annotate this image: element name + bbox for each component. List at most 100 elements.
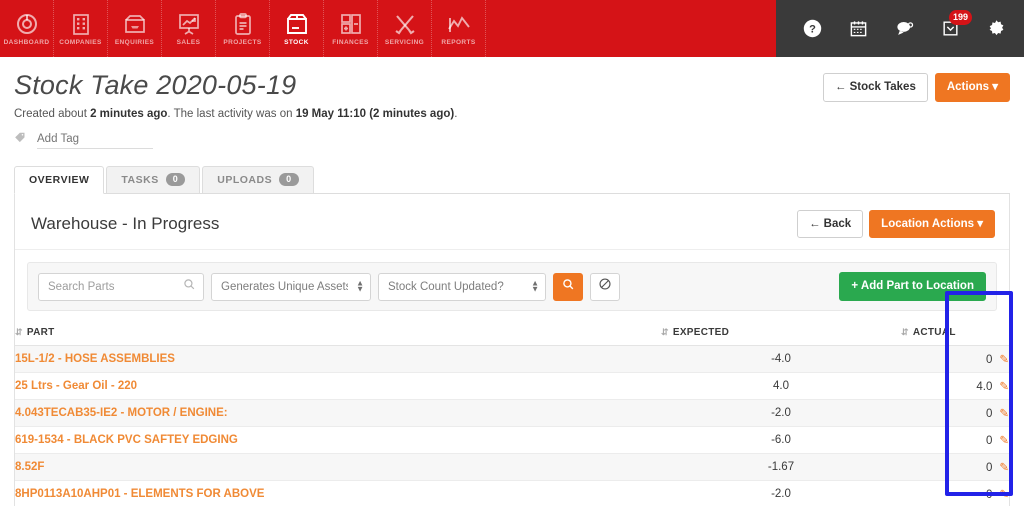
add-part-to-location-button[interactable]: + Add Part to Location [839,272,986,301]
clipboard-icon [231,12,255,36]
location-title: Warehouse - In Progress [31,214,220,233]
inbox-badge-count: 199 [948,9,972,25]
calendar-icon[interactable] [848,19,868,39]
table-row[interactable]: 619-1534 - BLACK PVC SAFTEY EDGING -6.0 … [15,426,1009,454]
filter-bar: Generates Unique Assets ▲▼ Stock Count U… [27,262,997,311]
pencil-icon[interactable]: ✎ [999,354,1009,366]
stock-takes-back-button[interactable]: ← Stock Takes [822,73,928,102]
subtitle-prefix: Created about [14,107,91,120]
sort-icon: ⇵ [661,326,669,337]
actual-cell[interactable]: 0 ✎ [901,426,1009,454]
column-header-expected-label: EXPECTED [672,326,730,338]
magnifier-icon [562,278,575,296]
sort-icon: ⇵ [901,326,909,337]
tab-overview-label: OVERVIEW [29,173,90,186]
clear-filters-button[interactable] [590,272,620,301]
table-row[interactable]: 25 Ltrs - Gear Oil - 220 4.0 4.0 ✎ [15,372,1009,400]
pencil-icon[interactable]: ✎ [999,408,1009,420]
nav-item-projects[interactable]: PROJECTS [216,0,270,57]
nav-item-dashboard[interactable]: DASHBOARD [0,0,54,57]
back-button[interactable]: ← Back [796,209,864,239]
page-subtitle: Created about 2 minutes ago. The last ac… [14,108,1008,120]
actual-cell[interactable]: 0 ✎ [901,480,1009,506]
pencil-icon[interactable]: ✎ [999,489,1009,501]
column-header-actual-label: ACTUAL [912,326,956,338]
box-icon [285,12,309,36]
nav-label-servicing: SERVICING [384,38,425,46]
nav-label-enquiries: ENQUIRIES [114,38,155,46]
column-header-part-label: PART [26,326,55,338]
actual-cell[interactable]: 4.0 ✎ [901,372,1009,400]
expected-value: -2.0 [661,480,901,506]
tab-tasks[interactable]: TASKS 0 [106,165,201,193]
ban-icon [598,277,612,296]
calculator-icon [339,12,363,36]
part-name[interactable]: 25 Ltrs - Gear Oil - 220 [15,372,661,400]
column-header-part[interactable]: ⇵ PART [15,320,661,346]
main-nav-items: DASHBOARD COMPANIES ENQUIRIES SALES PROJ… [0,0,486,57]
nav-item-finances[interactable]: FINANCES [324,0,378,57]
page-header: Stock Take 2020-05-19 Created about 2 mi… [0,57,1024,150]
parts-table: ⇵ PART ⇵ EXPECTED ⇵ ACTUAL 15L-1/2 - HOSE A… [15,320,1009,506]
add-tag-input[interactable] [37,131,153,149]
tab-uploads-label: UPLOADS [217,173,273,186]
tab-overview[interactable]: OVERVIEW [14,165,105,194]
expected-value: 4.0 [661,372,901,400]
unique-assets-select-wrapper: Generates Unique Assets ▲ ▼ [211,272,371,301]
actual-value: 0 [985,434,993,447]
nav-label-stock: STOCK [284,38,309,46]
tag-icon [14,131,28,150]
help-icon[interactable]: ? [802,19,822,39]
panel-buttons: ← Back Location Actions ▾ [796,209,995,239]
tab-tasks-count: 0 [165,173,186,187]
pencil-icon[interactable]: ✎ [999,381,1009,393]
search-submit-button[interactable] [553,272,583,301]
nav-item-servicing[interactable]: SERVICING [378,0,432,57]
part-name[interactable]: 15L-1/2 - HOSE ASSEMBLIES [15,345,661,373]
table-header-row: ⇵ PART ⇵ EXPECTED ⇵ ACTUAL [15,320,1009,346]
pencil-icon[interactable]: ✎ [999,435,1009,447]
part-name[interactable]: 619-1534 - BLACK PVC SAFTEY EDGING [15,426,661,454]
chat-icon[interactable] [894,19,914,39]
part-name[interactable]: 8.52F [15,453,661,481]
expected-value: -2.0 [661,399,901,427]
table-row[interactable]: 8.52F -1.67 0 ✎ [15,453,1009,481]
search-parts-input[interactable] [38,272,204,301]
expected-value: -1.67 [661,453,901,481]
svg-text:?: ? [809,23,816,35]
actual-cell[interactable]: 0 ✎ [901,453,1009,481]
nav-item-sales[interactable]: SALES [162,0,216,57]
nav-item-reports[interactable]: REPORTS [432,0,486,57]
table-row[interactable]: 15L-1/2 - HOSE ASSEMBLIES -4.0 0 ✎ [15,345,1009,373]
subtitle-activity-time: 19 May 11:10 (2 minutes ago) [295,107,455,120]
part-name[interactable]: 8HP0113A10AHP01 - ELEMENTS FOR ABOVE [15,480,661,506]
sort-icon: ⇵ [15,326,23,337]
column-header-actual[interactable]: ⇵ ACTUAL [901,320,1009,346]
expected-value: -4.0 [661,345,901,373]
gear-icon[interactable] [986,19,1006,39]
tag-row [14,131,1008,150]
table-row[interactable]: 4.043TECAB35-IE2 - MOTOR / ENGINE: -2.0 … [15,399,1009,427]
nav-label-companies: COMPANIES [59,38,102,46]
pencil-icon[interactable]: ✎ [999,462,1009,474]
stock-count-updated-select[interactable]: Stock Count Updated? [378,272,546,301]
tab-uploads-count: 0 [279,173,299,187]
location-actions-button[interactable]: Location Actions ▾ [869,209,995,239]
nav-item-companies[interactable]: COMPANIES [54,0,108,57]
actions-button[interactable]: Actions ▾ [934,73,1010,102]
actual-value: 4.0 [976,380,993,393]
actual-cell[interactable]: 0 ✎ [901,399,1009,427]
part-name[interactable]: 4.043TECAB35-IE2 - MOTOR / ENGINE: [15,399,661,427]
column-header-expected[interactable]: ⇵ EXPECTED [661,320,901,346]
tools-icon [393,12,417,36]
actual-cell[interactable]: 0 ✎ [901,345,1009,373]
location-panel: Warehouse - In Progress ← Back Location … [14,193,1010,506]
inbox-icon[interactable]: 199 [940,9,972,39]
tab-uploads[interactable]: UPLOADS 0 [202,165,314,193]
generates-unique-assets-select[interactable]: Generates Unique Assets [211,272,371,301]
table-row[interactable]: 8HP0113A10AHP01 - ELEMENTS FOR ABOVE -2.… [15,480,1009,506]
nav-item-stock[interactable]: STOCK [270,0,324,57]
nav-item-enquiries[interactable]: ENQUIRIES [108,0,162,57]
tab-bar: OVERVIEW TASKS 0 UPLOADS 0 [14,165,1010,194]
nav-label-reports: REPORTS [441,38,476,46]
